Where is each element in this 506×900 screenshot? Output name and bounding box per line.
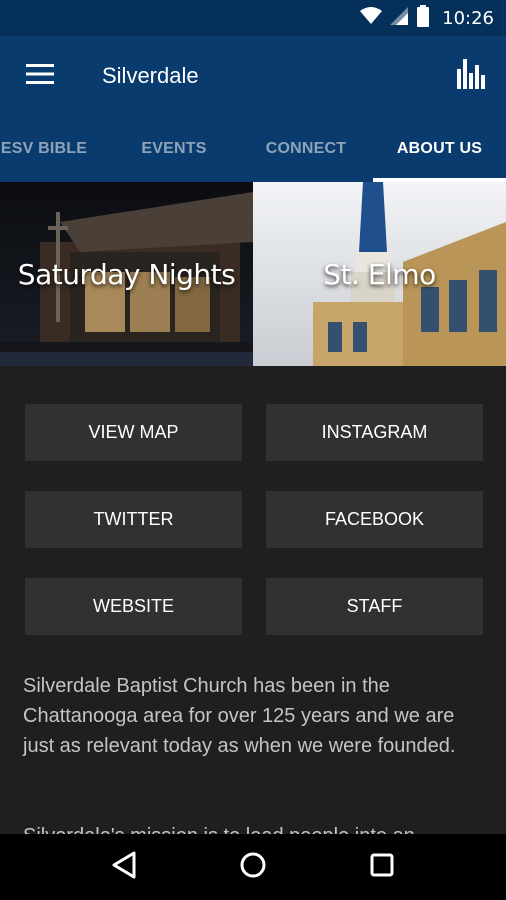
stats-button[interactable] [436,36,506,116]
status-time: 10:26 [442,7,494,29]
view-map-button[interactable]: VIEW MAP [25,404,242,461]
banner-saturday-nights[interactable]: Saturday Nights [0,182,253,366]
tab-events[interactable]: EVENTS [120,116,228,182]
about-paragraph-1: Silverdale Baptist Church has been in th… [23,675,456,757]
cell-signal-icon [390,6,409,30]
battery-icon [416,4,430,32]
home-button[interactable] [223,837,283,897]
about-content: VIEW MAP INSTAGRAM TWITTER FACEBOOK WEBS… [0,366,506,834]
back-button[interactable] [94,837,154,897]
instagram-button[interactable]: INSTAGRAM [266,404,483,461]
tab-connect[interactable]: CONNECT [250,116,362,182]
home-circle-icon [239,851,267,884]
system-nav-bar [0,834,506,900]
banner-label-saturday-nights: Saturday Nights [17,258,236,291]
facebook-button[interactable]: FACEBOOK [266,491,483,548]
tab-bar: ESV BIBLE EVENTS CONNECT ABOUT US [0,116,506,182]
recents-square-icon [370,853,394,882]
website-button[interactable]: WEBSITE [25,578,242,635]
recents-button[interactable] [352,837,412,897]
app-bar: Silverdale [0,36,506,116]
twitter-button[interactable]: TWITTER [25,491,242,548]
back-triangle-icon [111,851,137,884]
hamburger-menu-icon [26,63,54,89]
app-title: Silverdale [102,63,199,88]
bar-chart-icon [457,58,485,94]
menu-button[interactable] [0,36,80,116]
wifi-icon [360,6,383,30]
banner-label-st-elmo: St. Elmo [323,258,436,291]
tab-esv-bible[interactable]: ESV BIBLE [0,116,94,182]
staff-button[interactable]: STAFF [266,578,483,635]
campus-banners: Saturday Nights St. Elmo [0,182,506,366]
about-paragraph-2: Silverdale's mission is to lead people i… [23,821,483,834]
status-bar: 10:26 [0,0,506,36]
banner-st-elmo[interactable]: St. Elmo [253,182,506,366]
tab-about-us[interactable]: ABOUT US [373,116,506,182]
